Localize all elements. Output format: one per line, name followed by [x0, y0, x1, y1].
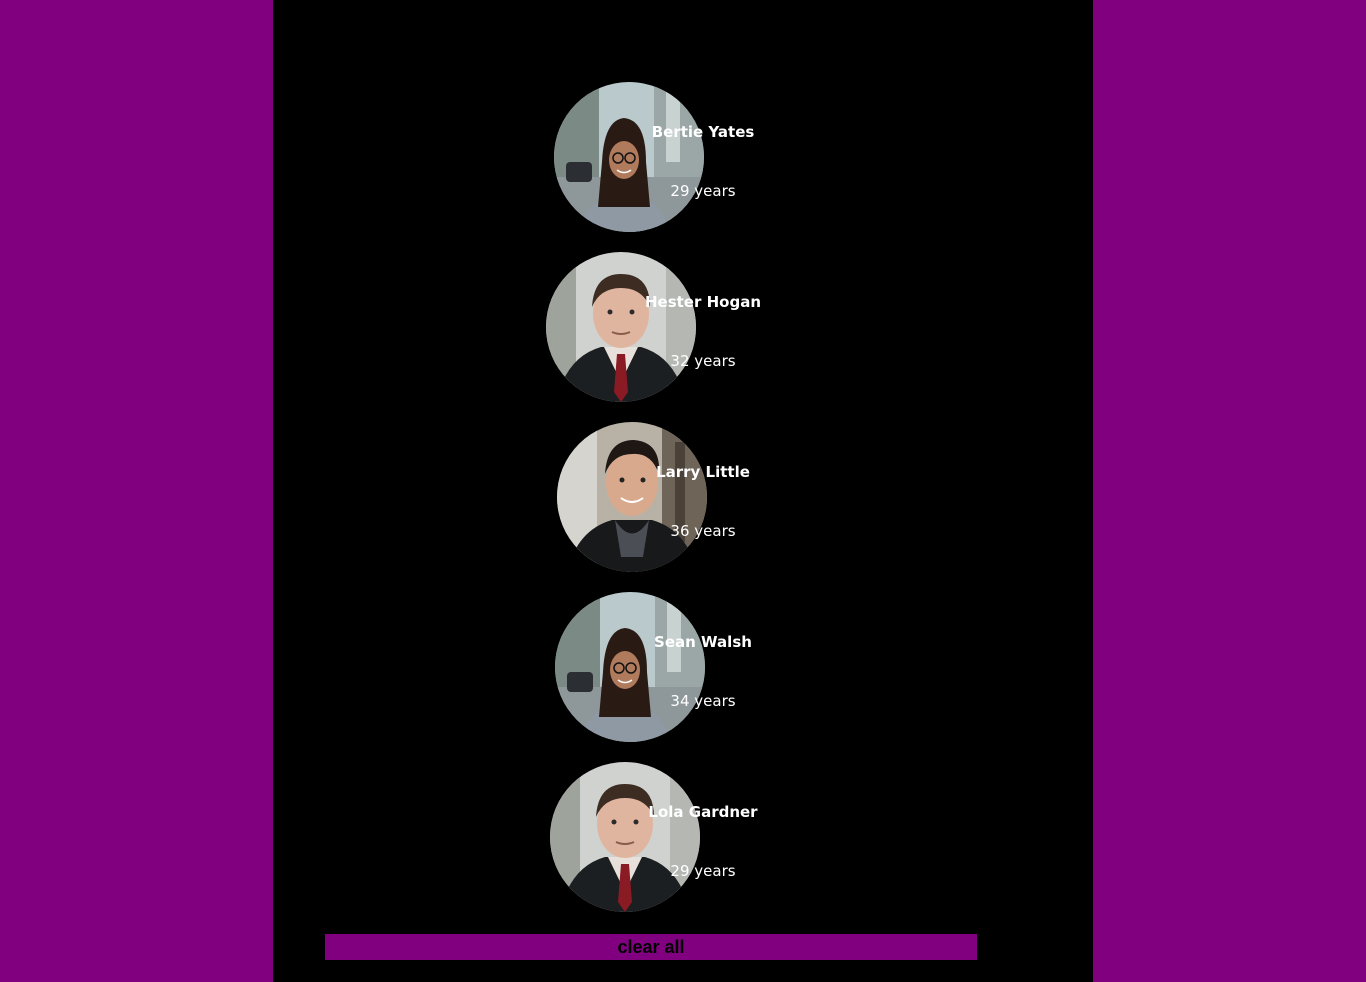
person-name: Lola Gardner	[648, 803, 758, 821]
avatar	[555, 592, 705, 742]
avatar	[546, 252, 696, 402]
birthday-panel: Bertie Yates 29 years Hester Hogan 32 ye…	[273, 0, 1093, 982]
avatar	[550, 762, 700, 912]
list-item: Larry Little 36 years	[273, 422, 1093, 592]
people-list: Bertie Yates 29 years Hester Hogan 32 ye…	[273, 82, 1093, 932]
person-name: Bertie Yates	[651, 123, 755, 141]
person-name: Hester Hogan	[644, 293, 761, 311]
list-item: Lola Gardner 29 years	[273, 762, 1093, 932]
man-suit-red-tie-photo	[546, 252, 696, 402]
person-name: Sean Walsh	[654, 633, 752, 651]
list-item: Bertie Yates 29 years	[273, 82, 1093, 252]
person-age: 29 years	[670, 862, 736, 880]
person-age: 36 years	[670, 522, 736, 540]
woman-glasses-street-photo	[555, 592, 705, 742]
avatar	[557, 422, 707, 572]
man-suit-red-tie-photo	[550, 762, 700, 912]
list-item: Hester Hogan 32 years	[273, 252, 1093, 422]
clear-all-button[interactable]: clear all	[325, 934, 977, 960]
avatar	[554, 82, 704, 232]
person-age: 29 years	[670, 182, 736, 200]
person-age: 32 years	[670, 352, 736, 370]
man-dark-jacket-scarf-photo	[557, 422, 707, 572]
woman-glasses-street-photo	[554, 82, 704, 232]
person-age: 34 years	[670, 692, 736, 710]
person-name: Larry Little	[656, 463, 750, 481]
list-item: Sean Walsh 34 years	[273, 592, 1093, 762]
